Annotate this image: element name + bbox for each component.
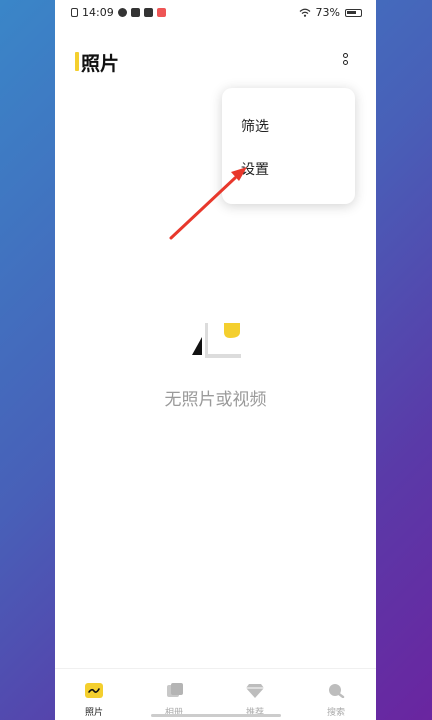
tab-search-label: 搜索 <box>326 708 345 718</box>
search-icon <box>329 684 345 698</box>
tab-recommend[interactable]: 推荐 <box>225 683 285 718</box>
tab-photos[interactable]: 照片 <box>64 683 124 718</box>
photo-tab-icon <box>85 683 103 698</box>
tab-albums[interactable]: 相册 <box>144 683 204 718</box>
album-icon <box>167 683 183 697</box>
diamond-icon <box>246 684 264 698</box>
bottom-tab-bar: 照片 相册 推荐 搜索 <box>55 668 376 720</box>
tab-photos-label: 照片 <box>84 708 103 718</box>
home-indicator[interactable] <box>151 714 281 717</box>
tab-search[interactable]: 搜索 <box>306 683 366 718</box>
empty-state-text: 无照片或视频 <box>164 390 267 410</box>
phone-screen: 14:09 73% 照片 筛选 设置 无照片或视频 照片 相册 推荐 搜索 <box>55 0 376 720</box>
empty-photos-illustration <box>192 323 241 358</box>
